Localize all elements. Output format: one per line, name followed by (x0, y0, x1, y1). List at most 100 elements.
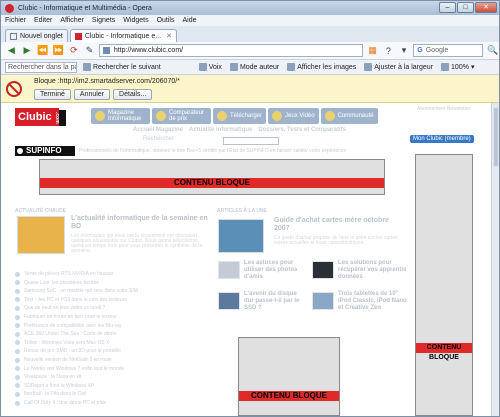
subnav-actualite[interactable]: Actualité informatique (189, 127, 252, 133)
news-item[interactable]: Retour de pro-SMD : un 3D pour le portab… (15, 348, 121, 354)
bd-feature-image[interactable] (17, 216, 65, 254)
menu-aide[interactable]: Aide (182, 17, 196, 24)
nav-comparateur[interactable]: Comparateur de prix (152, 108, 211, 124)
news-bullet-icon (15, 280, 20, 286)
site-search-label: Rechercher (143, 136, 175, 142)
tab-new[interactable]: Nouvel onglet (5, 29, 68, 42)
reload-icon[interactable]: ⟳ (68, 44, 81, 57)
find-next-label: Rechercher le suivant (93, 63, 161, 71)
small-article-3[interactable]: L'avenir du disque dur passe-t-il par le… (244, 291, 306, 312)
menu-outils[interactable]: Outils (157, 17, 175, 24)
news-item[interactable]: Test : Jeu PC et PS3 dans le coin des te… (15, 297, 127, 303)
news-item[interactable]: Fabriquer un écran en bois pour le lecte… (15, 314, 117, 320)
news-bullet-icon (15, 366, 20, 372)
search-placeholder: Google (425, 47, 449, 54)
news-title: Préférence de compatibilité avec les Blu… (24, 322, 122, 329)
news-item[interactable]: Trilian : Windows Vista vers Mac OS X (15, 340, 109, 346)
minimize-button[interactable]: – (439, 2, 456, 13)
maximize-button[interactable]: □ (457, 2, 474, 13)
article-thumb-4[interactable] (312, 292, 334, 310)
author-mode-button[interactable]: Mode auteur (228, 63, 281, 71)
rewind-icon[interactable]: ⏪ (36, 44, 49, 57)
vertical-scrollbar[interactable] (491, 103, 499, 416)
subnav-dossiers[interactable]: Dossiers, Tests et Comparatifs (258, 127, 346, 133)
site-search-select[interactable] (223, 137, 279, 145)
close-tab-icon[interactable]: ✕ (166, 32, 172, 40)
back-icon[interactable]: ◀ (5, 44, 18, 57)
fit-width-button[interactable]: Ajuster à la largeur (362, 63, 435, 71)
news-item[interactable]: Vente de pièces RTS NVIDIA en hausse (15, 271, 113, 277)
news-item[interactable]: Quake Live: les premières heures (15, 280, 99, 286)
edit-icon[interactable]: ✎ (83, 44, 96, 57)
news-bullet-icon (15, 323, 20, 329)
news-item[interactable]: Visaspace : la Nasa en kit (15, 374, 81, 380)
forward-icon[interactable]: ▶ (21, 44, 34, 57)
close-button[interactable]: ✕ (475, 2, 497, 13)
small-article-2[interactable]: Les solutions pour récupérer vos apprent… (338, 260, 408, 281)
news-item[interactable]: Préférence de compatibilité avec les Blu… (15, 323, 122, 329)
right-feature-text: Ce guide d'achat propose de faire le poi… (274, 235, 398, 246)
news-item[interactable]: Samsung SoC : un modèle qui sera dans vo… (15, 288, 138, 294)
dropdown-icon[interactable]: ▾ (398, 44, 411, 57)
small-article-4[interactable]: Trois tablettes de 10" iPod Classic, iPo… (338, 291, 408, 312)
details-button[interactable]: Détails... (113, 89, 153, 100)
news-item[interactable]: ACE 360 Under The Sea : Carte de démo (15, 331, 116, 337)
show-images-button[interactable]: Afficher les images (285, 63, 358, 71)
done-button[interactable]: Terminé (34, 89, 71, 100)
supinfo-text[interactable]: Professionnels de l'informatique, obtene… (79, 148, 346, 154)
news-item[interactable]: SDRspot à fond la Windows XP (15, 383, 94, 389)
menu-signets[interactable]: Signets (92, 17, 115, 24)
news-item[interactable]: Que de neuf en jeux vidéo ce lundi ? (15, 305, 105, 311)
article-thumb-2[interactable] (312, 261, 334, 279)
menu-widgets[interactable]: Widgets (123, 17, 148, 24)
news-item[interactable]: Le Nvidia sort Windows 7 enfin tout le m… (15, 366, 124, 372)
news-title: Visaspace : la Nasa en kit (24, 374, 82, 381)
nav-communaute[interactable]: Communauté (320, 108, 378, 124)
article-thumb-1[interactable] (218, 261, 240, 279)
small-article-1[interactable]: Les astuces pour utiliser des photos d'a… (244, 260, 306, 281)
tab-bar: Nouvel onglet Clubic - Informatique e...… (1, 26, 499, 42)
tab-clubic[interactable]: Clubic - Informatique e... ✕ (69, 29, 177, 42)
find-next-icon (83, 63, 91, 71)
find-next-button[interactable]: Rechercher le suivant (81, 63, 163, 71)
article-thumb-3[interactable] (218, 292, 240, 310)
news-title: Trilian : Windows Vista vers Mac OS X (24, 339, 110, 346)
news-item[interactable]: IberBall : la Fifa dans le Ciel (15, 391, 86, 397)
news-title: Call Of Duty 4 : une démo PC et plus (24, 400, 106, 406)
menu-editer[interactable]: Editer (34, 17, 52, 24)
search-input[interactable]: G Google (413, 44, 484, 57)
news-item[interactable]: Nouvelle version de NetGaté 3 en route (15, 357, 112, 363)
news-item[interactable]: Call Of Duty 4 : une démo PC et plus (15, 400, 106, 406)
left-feature-title[interactable]: L'actualité informatique de la semaine e… (71, 215, 209, 231)
blocked-label: CONTENU BLOQUE (239, 391, 339, 401)
blocked-label: CONTENU BLOQUE (416, 343, 472, 361)
clubic-logo[interactable]: Clubic .com (15, 108, 66, 126)
supinfo-logo[interactable]: SUPINFO (15, 146, 75, 156)
nav-jeux-video[interactable]: Jeux Vidéo (268, 108, 319, 124)
address-input[interactable]: http://www.clubic.com/ (98, 44, 364, 57)
nav-magazine[interactable]: Magazine Informatique (91, 108, 150, 124)
menu-afficher[interactable]: Afficher (60, 17, 84, 24)
block-icon (6, 81, 22, 97)
rss-icon[interactable]: ▦ (366, 44, 379, 57)
search-go-icon[interactable]: 🔍 (486, 44, 499, 57)
nav-telecharger-label: Télécharger (230, 113, 263, 119)
find-in-page-input[interactable]: Rechercher dans la page (5, 61, 77, 73)
page-icon (102, 47, 110, 54)
mon-clubic-button[interactable]: Mon Clubic (membre) (410, 135, 474, 143)
cancel-button[interactable]: Annuler (73, 89, 111, 100)
scrollbar-thumb[interactable] (493, 107, 499, 167)
subnav-accueil[interactable]: Accueil Magazine (133, 127, 183, 133)
zoom-select[interactable]: 100% ▾ (439, 63, 476, 71)
fast-forward-icon[interactable]: ⏩ (52, 44, 65, 57)
nav-telecharger[interactable]: Télécharger (213, 108, 267, 124)
news-title: Samsung SoC : un modèle qui sera dans vo… (24, 288, 138, 295)
address-value: http://www.clubic.com/ (113, 47, 184, 54)
right-feature-title[interactable]: Guide d'achat cartes mère octobre 2007 (274, 217, 406, 233)
menu-fichier[interactable]: Fichier (5, 17, 26, 24)
voice-button[interactable]: Voix (197, 63, 224, 71)
motherboard-image[interactable] (218, 219, 264, 253)
blocked-label: CONTENU BLOQUE (40, 178, 384, 188)
help-icon[interactable]: ? (382, 44, 395, 57)
newsletter-link[interactable]: Abonnement Newsletter (417, 106, 470, 112)
